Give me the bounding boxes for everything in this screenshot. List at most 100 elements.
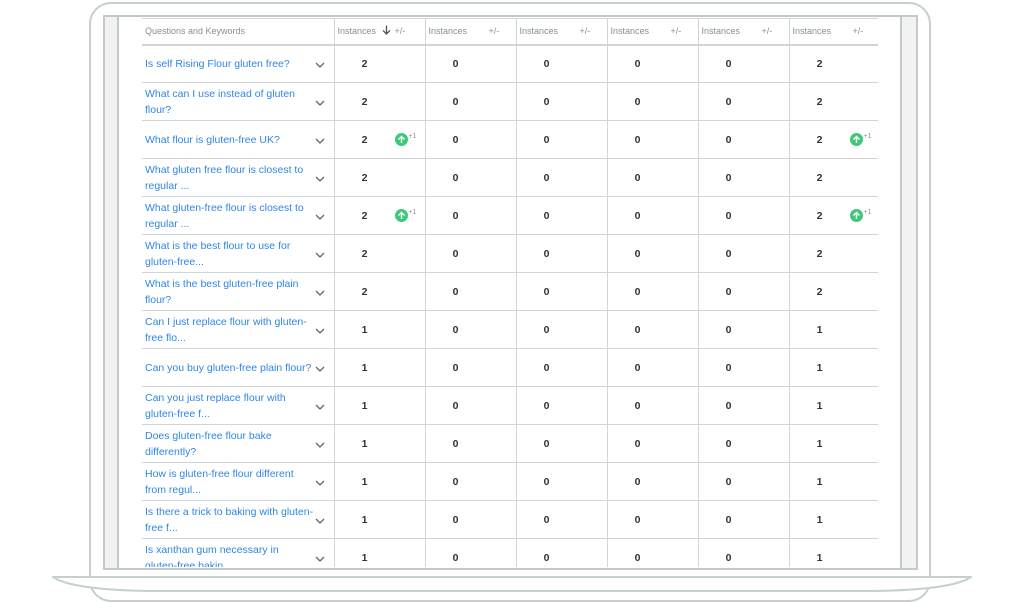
scrollbar[interactable] [900,17,916,568]
instances-cell-content: 0 [426,172,516,184]
question-cell-content: Can I just replace flour with gluten-fre… [142,314,334,346]
instances-cell-content: 2 +1 [335,133,425,146]
instances-cell-content: 1 [790,400,879,412]
instances-cell-content: 0 [608,248,698,260]
instances-cell: 0 [606,234,698,273]
instances-cell: 1 [788,386,879,425]
column-header-instances[interactable]: Instances +/- [424,18,516,45]
instances-cell-content: 2 +1 [790,209,879,222]
instances-value: 0 [543,95,550,108]
question-link[interactable]: What can I use instead of gluten flour? [145,86,314,118]
instances-cell-content: 0 [517,324,607,336]
instances-cell: 0 [515,196,607,235]
chevron-down-icon[interactable] [314,476,326,488]
question-link[interactable]: Can you just replace flour with gluten-f… [145,390,314,422]
column-header-questions[interactable]: Questions and Keywords [142,19,334,45]
instances-cell-content: 0 [517,476,607,488]
instances-value: 0 [725,399,732,412]
instances-cell-content: 0 [517,134,607,146]
instances-value: 0 [543,513,550,526]
instances-cell: 0 [697,310,789,349]
column-header-instances[interactable]: Instances +/- [697,18,789,45]
instances-cell-content: 0 [608,210,698,222]
arrow-up-circle-icon [394,209,408,222]
instances-value: 0 [452,133,459,146]
question-cell: What is the best flour to use for gluten… [142,235,334,273]
instances-cell: 0 [515,462,607,501]
question-link[interactable]: Can I just replace flour with gluten-fre… [145,314,314,346]
instances-cell-content: 0 [699,58,789,70]
question-link[interactable]: What gluten free flour is closest to reg… [145,162,314,194]
question-cell: Does gluten-free flour bake differently? [142,425,334,463]
question-cell: Is xanthan gum necessary in gluten-free … [142,539,334,568]
instances-cell: 0 [424,196,516,235]
table-row: What gluten-free flour is closest to reg… [142,196,879,235]
question-link[interactable]: Can you buy gluten-free plain flour? [145,360,314,376]
table-row: Can I just replace flour with gluten-fre… [142,310,878,349]
column-header-label: Instances [610,26,650,37]
chevron-down-icon[interactable] [314,58,326,70]
question-link[interactable]: What gluten-free flour is closest to reg… [145,200,314,232]
column-header-instances[interactable]: Instances +/- [333,18,425,45]
instances-value: 2 [816,285,823,298]
instances-cell: 0 [606,348,698,387]
chevron-down-icon[interactable] [314,324,326,336]
chevron-down-icon[interactable] [314,552,326,564]
question-link[interactable]: What is the best flour to use for gluten… [145,238,314,270]
chevron-down-icon[interactable] [314,514,326,526]
instances-value: 2 [816,247,823,260]
question-link[interactable]: What is the best gluten-free plain flour… [145,276,314,308]
question-cell: What flour is gluten-free UK? [142,121,334,159]
instances-cell: 0 [606,44,698,83]
arrow-down-icon[interactable] [382,25,391,38]
question-link[interactable]: Does gluten-free flour bake differently? [145,428,314,460]
question-cell: Can you just replace flour with gluten-f… [142,387,334,425]
instances-cell-content: 1 [335,552,425,564]
chevron-down-icon[interactable] [314,172,326,184]
instances-value: 0 [725,57,732,70]
question-link[interactable]: Is xanthan gum necessary in gluten-free … [145,542,314,568]
instances-cell: 1 [333,424,425,463]
chevron-down-icon[interactable] [314,400,326,412]
instances-value: 0 [452,361,459,374]
instances-value: 0 [634,475,641,488]
instances-cell: 0 [697,500,789,539]
chevron-down-icon[interactable] [314,210,326,222]
instances-cell: 0 [515,500,607,539]
column-header-instances[interactable]: Instances +/- [788,18,878,45]
chevron-down-icon[interactable] [314,362,326,374]
chevron-down-icon[interactable] [314,96,326,108]
chevron-down-icon[interactable] [314,438,326,450]
instances-cell: 2 [788,44,878,83]
instances-cell-content: 0 [517,248,607,260]
question-cell-content: How is gluten-free flour different from … [142,466,334,498]
instances-cell: 0 [606,120,698,159]
instances-value: 0 [452,57,459,70]
column-header-label: Instances [519,26,559,37]
instances-cell-content: 0 [517,96,607,108]
table-row: How is gluten-free flour different from … [142,462,878,501]
column-header-instances[interactable]: Instances +/- [606,18,698,45]
instances-value: 0 [634,323,641,336]
instances-cell: 0 [515,424,607,463]
chevron-down-icon[interactable] [314,134,326,146]
question-link[interactable]: How is gluten-free flour different from … [145,466,314,498]
instances-value: 0 [725,171,732,184]
delta-indicator: +1 [849,209,871,222]
instances-value: 2 [361,171,368,184]
instances-cell: 0 [606,310,698,349]
question-link[interactable]: Is there a trick to baking with gluten-f… [145,504,314,536]
column-header-delta-label: +/- [579,26,591,37]
instances-cell: 0 [515,310,607,349]
instances-value: 1 [816,475,823,488]
question-cell: Is self Rising Flour gluten free? [142,45,334,83]
question-link[interactable]: Is self Rising Flour gluten free? [145,56,314,72]
instances-cell-content: 0 [426,552,516,564]
chevron-down-icon[interactable] [314,286,326,298]
question-cell: Is there a trick to baking with gluten-f… [142,501,334,539]
question-link[interactable]: What flour is gluten-free UK? [145,132,314,148]
column-header-instances[interactable]: Instances +/- [515,18,607,45]
column-header-label: Instances [701,26,741,37]
instances-cell-content: 1 [335,476,425,488]
chevron-down-icon[interactable] [314,248,326,260]
